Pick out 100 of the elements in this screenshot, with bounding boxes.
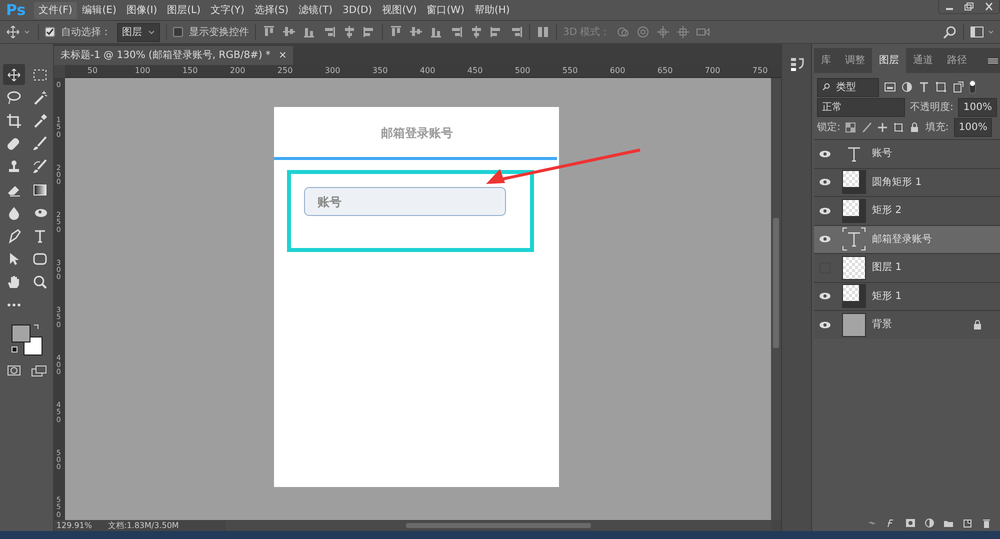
menu-item[interactable]: 3D(D) [338, 2, 378, 18]
lasso-tool-icon[interactable] [6, 90, 22, 106]
lock-pixels-icon[interactable] [861, 122, 872, 132]
move-tool-icon[interactable] [6, 25, 32, 39]
document-tab[interactable]: 未标题-1 @ 130% (邮箱登录账号, RGB/8#) * × [54, 46, 293, 65]
visibility-eye-icon[interactable] [819, 150, 832, 158]
trash-icon[interactable] [981, 518, 992, 529]
panel-tab[interactable]: 路径 [940, 48, 974, 73]
image-filter-icon[interactable] [884, 81, 896, 93]
screen-mode-icon[interactable] [30, 365, 47, 377]
rounded-rectangle-icon[interactable] [32, 250, 48, 266]
layer-row[interactable]: 邮箱登录账号 [814, 224, 1000, 253]
layer-row[interactable]: 矩形 1 [814, 282, 1000, 310]
layer-row[interactable]: 背景 [814, 310, 1000, 338]
align-icon[interactable] [302, 25, 316, 39]
filter-dropdown[interactable]: 类型 [817, 78, 880, 96]
distribute-icon[interactable] [509, 25, 523, 39]
panel-tab[interactable]: 调整 [838, 48, 872, 73]
layer-row[interactable]: 账号 [814, 139, 1000, 168]
move-tool-icon[interactable] [6, 66, 22, 82]
menu-item[interactable]: 帮助(H) [469, 2, 515, 18]
opacity-field[interactable]: 100% [958, 98, 997, 116]
panel-tab[interactable]: 图层 [872, 48, 906, 73]
menu-icon[interactable] [986, 56, 1000, 66]
close-tab-button[interactable]: × [278, 48, 287, 63]
history-panel-icon[interactable] [790, 56, 804, 72]
checkbox[interactable] [173, 27, 183, 37]
history-brush-icon[interactable] [32, 158, 48, 174]
folder-icon[interactable] [943, 518, 954, 529]
adjustment-icon[interactable] [924, 518, 935, 529]
align-icon[interactable] [362, 25, 376, 39]
distribute-icon[interactable] [489, 25, 503, 39]
layer-row[interactable]: 图层 1 [814, 253, 1000, 282]
blend-mode-dropdown[interactable]: 正常 [817, 98, 906, 116]
menu-item[interactable]: 视图(V) [377, 2, 422, 18]
quick-mask-icon[interactable] [6, 365, 21, 376]
layer-row[interactable]: 矩形 2 [814, 196, 1000, 224]
lock-artboard-icon[interactable] [893, 122, 904, 132]
menu-item[interactable]: 文件(F) [34, 2, 78, 18]
align-icon[interactable] [322, 25, 336, 39]
layer-thumbnail[interactable] [842, 256, 866, 280]
eyedropper-icon[interactable] [32, 112, 48, 128]
visibility-eye-icon[interactable] [819, 235, 832, 244]
distribute-icon[interactable] [409, 25, 423, 39]
menu-item[interactable]: 编辑(E) [77, 2, 122, 18]
menu-item[interactable]: 图层(L) [162, 2, 206, 18]
layer-thumbnail[interactable] [842, 198, 866, 223]
lock-icon[interactable] [909, 122, 920, 132]
visibility-eye-icon[interactable] [819, 292, 832, 300]
zoom-level[interactable]: 129.91% [56, 520, 92, 532]
layer-row[interactable]: 圆角矩形 1 [814, 168, 1000, 196]
distribute-icon[interactable] [429, 25, 443, 39]
opacity-label: 不透明度: [910, 100, 954, 114]
panel-tab[interactable]: 库 [814, 48, 838, 73]
distribute-icon[interactable] [389, 25, 403, 39]
mask-icon[interactable] [905, 518, 916, 529]
align-icon[interactable] [262, 25, 276, 39]
visibility-eye-icon[interactable] [819, 178, 832, 186]
distribute-icon[interactable] [536, 25, 550, 39]
search-icon[interactable] [943, 25, 957, 39]
ruler-label: 400 [420, 67, 436, 75]
layer-thumbnail[interactable] [842, 284, 866, 308]
scroll-thumb[interactable] [773, 218, 780, 348]
hand-icon[interactable] [6, 274, 22, 290]
distribute-icon[interactable] [469, 25, 483, 39]
workspace-icon[interactable] [970, 26, 996, 38]
menu-item[interactable]: 文字(Y) [206, 2, 250, 18]
new-layer-icon[interactable] [962, 518, 973, 529]
menu-item[interactable]: 滤镜(T) [294, 2, 338, 18]
scroll-thumb[interactable] [406, 523, 592, 528]
ruler-label: 750 [752, 67, 768, 75]
magic-wand-icon[interactable] [32, 90, 48, 106]
menu-item[interactable]: 选择(S) [249, 2, 294, 18]
distribute-icon[interactable] [449, 25, 463, 39]
fill-field[interactable]: 100% [954, 118, 992, 136]
adjustment-filter-icon[interactable] [901, 81, 914, 93]
checkbox[interactable] [45, 27, 55, 37]
panel-tab[interactable]: 通道 [906, 48, 940, 73]
menu-item[interactable]: 窗口(W) [422, 2, 470, 18]
gradient-icon[interactable] [32, 182, 48, 198]
shape-filter-icon[interactable] [935, 81, 948, 93]
lock-transparency-icon[interactable] [845, 122, 856, 132]
layer-dropdown[interactable]: 图层 [117, 22, 160, 42]
marquee-tool-icon[interactable] [32, 66, 48, 82]
text-layer-icon[interactable] [842, 227, 866, 252]
brush-icon[interactable] [32, 136, 48, 152]
filter-toggle[interactable] [969, 80, 976, 94]
crop-tool-icon[interactable] [6, 112, 22, 128]
visibility-eye-icon[interactable] [819, 320, 832, 329]
lock-position-icon[interactable] [877, 122, 888, 132]
menu-item[interactable]: 图像(I) [121, 2, 162, 18]
smart-object-filter-icon[interactable] [952, 81, 964, 93]
zoom-icon[interactable] [32, 274, 48, 290]
align-icon[interactable] [282, 25, 296, 39]
visibility-eye-icon[interactable] [819, 206, 832, 215]
color-swatches-icon[interactable] [10, 323, 44, 357]
type-filter-icon[interactable] [918, 81, 930, 93]
layer-thumbnail[interactable] [842, 312, 866, 337]
layer-thumbnail[interactable] [842, 170, 866, 194]
align-icon[interactable] [342, 25, 356, 39]
